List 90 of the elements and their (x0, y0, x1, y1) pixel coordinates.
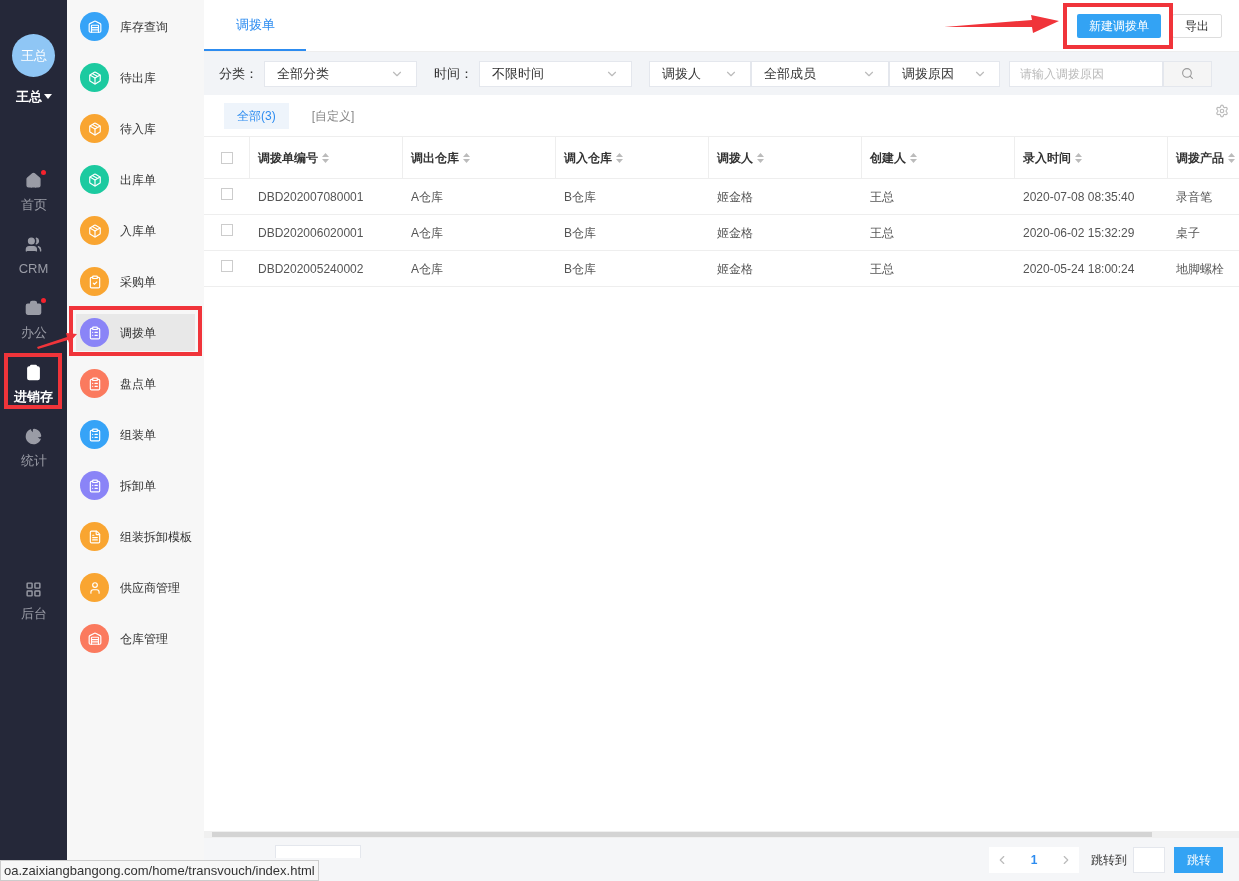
nav-item[interactable]: CRM (0, 225, 67, 290)
person-type-select[interactable]: 调拨人 (649, 60, 751, 87)
table-cell: 桌子 (1176, 225, 1200, 240)
status-url: oa.zaixiangbangong.com/home/transvouch/index.html (0, 860, 319, 881)
column-header[interactable]: 调入仓库 (564, 148, 623, 167)
table-cell: B仓库 (564, 189, 596, 204)
submenu-item[interactable]: 拆卸单 (76, 467, 195, 504)
table-cell: 录音笔 (1176, 189, 1212, 204)
column-header[interactable]: 调拨单编号 (258, 148, 329, 167)
sort-icon (757, 152, 764, 163)
submenu-item[interactable]: 供应商管理 (76, 569, 195, 606)
nav-icon (25, 300, 42, 318)
nav-icon (25, 364, 42, 382)
nav-item[interactable]: 统计 (0, 417, 67, 482)
column-header[interactable]: 调拨人 (717, 148, 764, 167)
table-cell: 王总 (870, 225, 894, 240)
nav-item[interactable]: 首页 (0, 161, 67, 226)
column-header[interactable]: 录入时间 (1023, 148, 1082, 167)
nav-label: CRM (18, 260, 49, 279)
submenu-item[interactable]: 库存查询 (76, 8, 195, 45)
submenu-item[interactable]: 待出库 (76, 59, 195, 96)
view-tab[interactable]: [自定义] (298, 102, 368, 129)
submenu-item[interactable]: 调拨单 (76, 314, 195, 351)
table-cell: 姬金格 (717, 261, 753, 276)
sort-icon (322, 152, 329, 163)
submenu-item[interactable]: 仓库管理 (76, 620, 195, 657)
submenu-item[interactable]: 待入库 (76, 110, 195, 147)
user-name[interactable]: 王总 (15, 87, 42, 107)
reason-type-select[interactable]: 调拨原因 (889, 60, 1000, 87)
annotation-box (4, 353, 62, 409)
time-select[interactable]: 不限时间 (479, 60, 632, 87)
nav-label: 办公 (20, 324, 47, 343)
submenu-item[interactable]: 出库单 (76, 161, 195, 198)
export-button[interactable]: 导出 (1172, 13, 1222, 38)
table-cell: A仓库 (411, 225, 443, 240)
reason-search-field[interactable]: 请输入调拨原因 (1009, 60, 1163, 87)
table-cell: DBD202005240002 (258, 261, 364, 276)
table-cell: 王总 (870, 261, 894, 276)
table-cell: A仓库 (411, 189, 443, 204)
table-cell: 2020-07-08 08:35:40 (1023, 189, 1135, 204)
table-cell: 姬金格 (717, 225, 753, 240)
submenu-item[interactable]: 组装拆卸模板 (76, 518, 195, 555)
nav-label: 统计 (20, 452, 47, 471)
nav-item[interactable]: 办公 (0, 289, 67, 354)
nav-icon (25, 428, 42, 446)
filter-label: 时间： (434, 64, 473, 83)
search-button[interactable] (1163, 60, 1212, 87)
submenu-item[interactable]: 入库单 (76, 212, 195, 249)
category-select[interactable]: 全部分类 (264, 60, 417, 87)
page-size-select[interactable] (275, 845, 361, 858)
submenu-item[interactable]: 组装单 (76, 416, 195, 453)
sort-icon (616, 152, 623, 163)
filter-label: 分类： (219, 64, 258, 83)
scrollbar[interactable] (204, 831, 1239, 838)
nav-icon (25, 172, 42, 190)
table-cell: DBD202007080001 (258, 189, 364, 204)
table-cell: B仓库 (564, 225, 596, 240)
table-cell: 姬金格 (717, 189, 753, 204)
sort-icon (910, 152, 917, 163)
table-cell: DBD202006020001 (258, 225, 364, 240)
column-header[interactable]: 调出仓库 (411, 148, 470, 167)
table-cell: B仓库 (564, 261, 596, 276)
grid-icon (25, 581, 42, 599)
table-cell: A仓库 (411, 261, 443, 276)
sort-icon (1075, 152, 1082, 163)
submenu-item[interactable]: 采购单 (76, 263, 195, 300)
column-header[interactable]: 创建人 (870, 148, 917, 167)
member-select[interactable]: 全部成员 (751, 60, 889, 87)
nav-item[interactable]: 进销存 (0, 353, 67, 418)
table-cell: 2020-06-02 15:32:29 (1023, 225, 1135, 240)
checkbox[interactable] (221, 223, 233, 236)
jump-label: 跳转到 (1091, 851, 1127, 869)
checkbox[interactable] (221, 259, 233, 272)
table-cell: 地脚螺栓 (1176, 261, 1224, 276)
checkbox[interactable] (221, 187, 233, 200)
caret-icon (43, 94, 52, 100)
search-icon (1181, 67, 1194, 80)
sort-icon (1228, 152, 1235, 163)
nav-label: 进销存 (14, 388, 53, 407)
submenu-item[interactable]: 盘点单 (76, 365, 195, 402)
nav-label: 首页 (20, 196, 47, 215)
sort-icon (463, 152, 470, 163)
checkbox[interactable] (220, 151, 233, 164)
column-header[interactable]: 调拨产品 (1176, 148, 1235, 167)
table-cell: 王总 (870, 189, 894, 204)
settings-icon[interactable] (1215, 103, 1229, 118)
table-cell: 2020-05-24 18:00:24 (1023, 261, 1135, 276)
nav-icon (25, 236, 42, 254)
jump-page-field[interactable] (1133, 846, 1165, 873)
nav-item[interactable]: 后台 (0, 570, 67, 635)
